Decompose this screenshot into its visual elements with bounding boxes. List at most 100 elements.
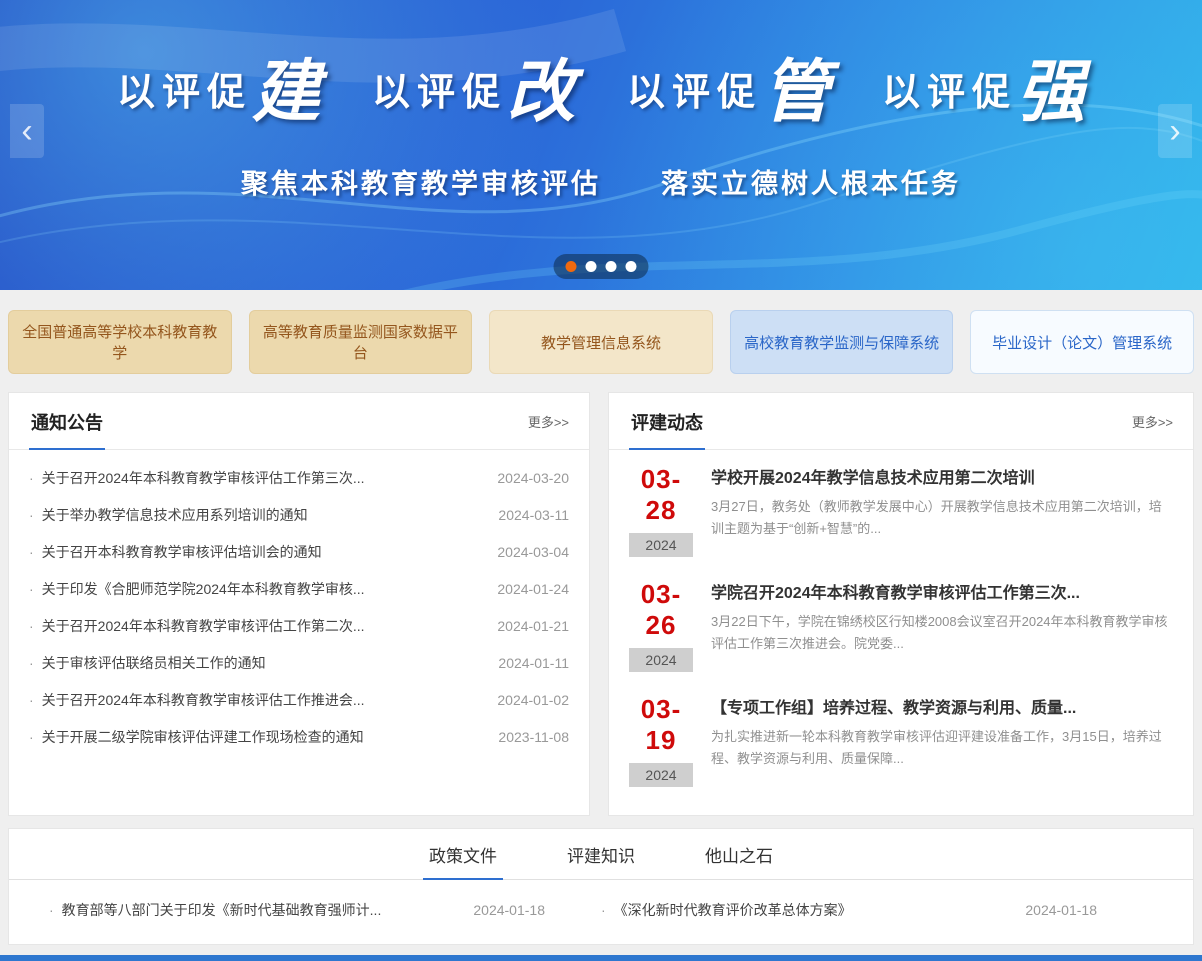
tab-other-examples[interactable]: 他山之石	[699, 829, 779, 879]
notice-item-date: 2024-03-20	[497, 470, 569, 486]
bullet: ·	[29, 581, 34, 597]
notice-item-title: 关于举办教学信息技术应用系列培训的通知	[42, 505, 485, 525]
quick-link-thesis-system[interactable]: 毕业设计（论文）管理系统	[970, 310, 1194, 374]
bullet: ·	[49, 902, 54, 918]
quick-link-teaching-mis[interactable]: 教学管理信息系统	[489, 310, 713, 374]
policy-item-date: 2024-01-18	[1009, 902, 1097, 918]
notice-item[interactable]: · 关于开展二级学院审核评估评建工作现场检查的通知 2023-11-08	[29, 718, 569, 755]
notice-item-title: 关于审核评估联络员相关工作的通知	[42, 653, 485, 673]
headline-big-char: 改	[507, 58, 575, 126]
headline-big-char: 强	[1017, 58, 1085, 126]
bullet: ·	[29, 507, 34, 523]
notice-item[interactable]: · 关于举办教学信息技术应用系列培训的通知 2024-03-11	[29, 496, 569, 533]
banner-subline: 聚焦本科教育教学审核评估 落实立德树人根本任务	[0, 162, 1202, 201]
carousel-prev-arrow[interactable]: ‹	[10, 104, 44, 158]
policy-item[interactable]: · 《深化新时代教育评价改革总体方案》 2024-01-18	[601, 900, 1153, 920]
policy-section: 政策文件 评建知识 他山之石 · 教育部等八部门关于印发《新时代基础教育强师计.…	[8, 828, 1194, 945]
headline-prefix: 以评促	[882, 61, 1017, 126]
carousel-dot[interactable]	[566, 261, 577, 272]
bullet: ·	[29, 729, 34, 745]
news-item-day: 03-19	[629, 694, 693, 756]
notice-item-date: 2024-01-24	[497, 581, 569, 597]
carousel-dot[interactable]	[586, 261, 597, 272]
policy-item-date: 2024-01-18	[457, 902, 545, 918]
headline-group: 以评促 改	[372, 58, 575, 126]
news-item-body: 【专项工作组】培养过程、教学资源与利用、质量... 为扎实推进新一轮本科教育教学…	[711, 694, 1173, 787]
notice-item-title: 关于召开2024年本科教育教学审核评估工作推进会...	[42, 690, 484, 710]
policy-item-title: 《深化新时代教育评价改革总体方案》	[614, 900, 852, 920]
tab-evaluation-knowledge[interactable]: 评建知识	[561, 829, 641, 879]
notice-item-date: 2024-03-11	[498, 507, 569, 523]
news-item-datebox: 03-28 2024	[629, 464, 693, 557]
notice-item[interactable]: · 关于审核评估联络员相关工作的通知 2024-01-11	[29, 644, 569, 681]
news-more-link[interactable]: 更多>>	[1132, 412, 1173, 431]
policy-list: · 教育部等八部门关于印发《新时代基础教育强师计... 2024-01-18 ·…	[9, 880, 1193, 944]
news-item-datebox: 03-19 2024	[629, 694, 693, 787]
carousel-dot[interactable]	[626, 261, 637, 272]
footer-bar	[0, 955, 1202, 961]
notice-item[interactable]: · 关于召开2024年本科教育教学审核评估工作第三次... 2024-03-20	[29, 459, 569, 496]
notice-panel-header: 通知公告 更多>>	[9, 393, 589, 450]
notice-item-title: 关于开展二级学院审核评估评建工作现场检查的通知	[42, 727, 485, 747]
news-item-title[interactable]: 学校开展2024年教学信息技术应用第二次培训	[711, 464, 1173, 488]
news-item-year: 2024	[629, 648, 693, 672]
quick-link-monitor-guarantee-system[interactable]: 高校教育教学监测与保障系统	[730, 310, 954, 374]
notice-item[interactable]: · 关于召开2024年本科教育教学审核评估工作推进会... 2024-01-02	[29, 681, 569, 718]
news-item-year: 2024	[629, 533, 693, 557]
bullet: ·	[29, 618, 34, 634]
news-item-datebox: 03-26 2024	[629, 579, 693, 672]
news-item-title[interactable]: 【专项工作组】培养过程、教学资源与利用、质量...	[711, 694, 1173, 718]
news-item-summary: 为扎实推进新一轮本科教育教学审核评估迎评建设准备工作，3月15日，培养过程、教学…	[711, 726, 1173, 770]
notice-item-date: 2023-11-08	[498, 729, 569, 745]
headline-group: 以评促 建	[117, 58, 320, 126]
notice-panel: 通知公告 更多>> · 关于召开2024年本科教育教学审核评估工作第三次... …	[8, 392, 590, 816]
news-item-summary: 3月27日，教务处（教师教学发展中心）开展教学信息技术应用第二次培训，培训主题为…	[711, 496, 1173, 540]
quick-link-national-undergrad[interactable]: 全国普通高等学校本科教育教学	[8, 310, 232, 374]
news-item: 03-19 2024 【专项工作组】培养过程、教学资源与利用、质量... 为扎实…	[629, 694, 1173, 787]
policy-tabs: 政策文件 评建知识 他山之石	[9, 829, 1193, 880]
tab-policy-documents[interactable]: 政策文件	[423, 829, 503, 880]
notice-item-date: 2024-01-21	[497, 618, 569, 634]
hero-carousel: 以评促 建 以评促 改 以评促 管 以评促 强 聚焦本科教育教学审核评估 落实立…	[0, 0, 1202, 290]
bullet: ·	[29, 470, 34, 486]
news-panel-title: 评建动态	[629, 393, 705, 450]
headline-big-char: 管	[762, 58, 830, 126]
notice-more-link[interactable]: 更多>>	[528, 412, 569, 431]
news-item-year: 2024	[629, 763, 693, 787]
notice-item[interactable]: · 关于印发《合肥师范学院2024年本科教育教学审核... 2024-01-24	[29, 570, 569, 607]
notice-item[interactable]: · 关于召开2024年本科教育教学审核评估工作第二次... 2024-01-21	[29, 607, 569, 644]
headline-big-char: 建	[252, 58, 320, 126]
news-item-body: 学校开展2024年教学信息技术应用第二次培训 3月27日，教务处（教师教学发展中…	[711, 464, 1173, 557]
bullet: ·	[29, 692, 34, 708]
carousel-dots	[554, 254, 649, 279]
notice-item-date: 2024-01-02	[497, 692, 569, 708]
news-item-day: 03-28	[629, 464, 693, 526]
notice-list: · 关于召开2024年本科教育教学审核评估工作第三次... 2024-03-20…	[9, 450, 589, 761]
notice-item-title: 关于召开2024年本科教育教学审核评估工作第二次...	[42, 616, 484, 636]
news-item-summary: 3月22日下午，学院在锦绣校区行知楼2008会议室召开2024年本科教育教学审核…	[711, 611, 1173, 655]
notice-item-title: 关于召开2024年本科教育教学审核评估工作第三次...	[42, 468, 484, 488]
news-list: 03-28 2024 学校开展2024年教学信息技术应用第二次培训 3月27日，…	[609, 450, 1193, 815]
notice-item[interactable]: · 关于召开本科教育教学审核评估培训会的通知 2024-03-04	[29, 533, 569, 570]
notice-item-title: 关于召开本科教育教学审核评估培训会的通知	[42, 542, 484, 562]
headline-prefix: 以评促	[117, 61, 252, 126]
carousel-dot[interactable]	[606, 261, 617, 272]
carousel-next-arrow[interactable]: ›	[1158, 104, 1192, 158]
news-item-body: 学院召开2024年本科教育教学审核评估工作第三次... 3月22日下午，学院在锦…	[711, 579, 1173, 672]
news-item: 03-28 2024 学校开展2024年教学信息技术应用第二次培训 3月27日，…	[629, 464, 1173, 557]
notice-item-title: 关于印发《合肥师范学院2024年本科教育教学审核...	[42, 579, 484, 599]
bullet: ·	[29, 655, 34, 671]
headline-prefix: 以评促	[627, 61, 762, 126]
banner-decoration	[0, 0, 1202, 290]
quick-links-row: 全国普通高等学校本科教育教学 高等教育质量监测国家数据平台 教学管理信息系统 高…	[0, 290, 1202, 392]
bullet: ·	[601, 902, 606, 918]
policy-item[interactable]: · 教育部等八部门关于印发《新时代基础教育强师计... 2024-01-18	[49, 900, 601, 920]
news-panel-header: 评建动态 更多>>	[609, 393, 1193, 450]
headline-group: 以评促 管	[627, 58, 830, 126]
bullet: ·	[29, 544, 34, 560]
notice-panel-title: 通知公告	[29, 393, 105, 450]
headline-group: 以评促 强	[882, 58, 1085, 126]
news-item-title[interactable]: 学院召开2024年本科教育教学审核评估工作第三次...	[711, 579, 1173, 603]
quick-link-quality-data-platform[interactable]: 高等教育质量监测国家数据平台	[249, 310, 473, 374]
news-item: 03-26 2024 学院召开2024年本科教育教学审核评估工作第三次... 3…	[629, 579, 1173, 672]
